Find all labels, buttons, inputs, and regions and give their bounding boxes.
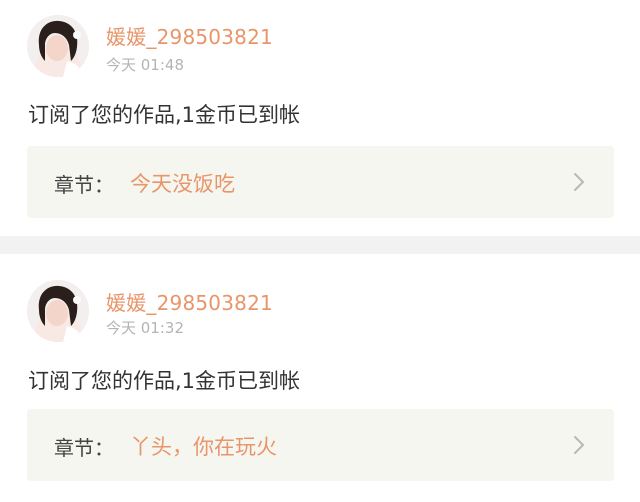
user-avatar[interactable] (27, 280, 89, 342)
chapter-link[interactable]: 章节： 今天没饭吃 (27, 146, 614, 218)
notification-message: 订阅了您的作品,1金币已到帐 (28, 103, 301, 127)
notification-message: 订阅了您的作品,1金币已到帐 (28, 369, 301, 393)
notification-card: 媛媛_298503821 今天 01:48 订阅了您的作品,1金币已到帐 章节：… (0, 0, 640, 236)
timestamp: 今天 01:48 (106, 56, 184, 74)
chapter-title: 今天没饭吃 (130, 172, 235, 196)
chapter-label: 章节： (54, 173, 114, 197)
avatar-image (27, 15, 89, 77)
chapter-title: 丫头，你在玩火 (130, 435, 277, 459)
chevron-right-icon (574, 173, 584, 191)
username[interactable]: 媛媛_298503821 (106, 21, 273, 50)
notification-card: 媛媛_298503821 今天 01:32 订阅了您的作品,1金币已到帐 章节：… (0, 254, 640, 502)
username[interactable]: 媛媛_298503821 (106, 287, 273, 316)
chapter-label: 章节： (54, 436, 114, 460)
chevron-right-icon (574, 436, 584, 454)
chapter-link[interactable]: 章节： 丫头，你在玩火 (27, 409, 614, 481)
timestamp: 今天 01:32 (106, 319, 184, 337)
avatar-image (27, 280, 89, 342)
user-avatar[interactable] (27, 15, 89, 77)
